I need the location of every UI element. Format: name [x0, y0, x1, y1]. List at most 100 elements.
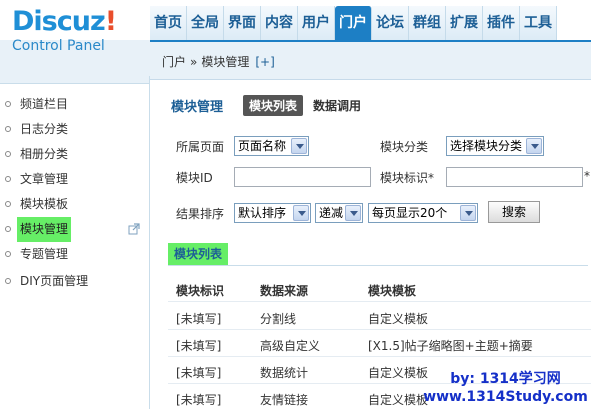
nav-tools[interactable]: 工具: [520, 6, 557, 40]
watermark: by: 1314学习网 www.1314Study.com: [420, 370, 591, 406]
sidebar-item-label: 模块模板: [20, 197, 69, 211]
sidebar-item-label: 日志分类: [20, 122, 69, 136]
sidebar-item-label: DIY页面管理: [20, 274, 89, 288]
sidebar-item-blog-categories[interactable]: 日志分类: [0, 117, 149, 142]
page-filter-label: 所属页面: [176, 140, 225, 154]
order-select-value: 递减: [319, 206, 344, 220]
data-source-cell: 高级自定义: [260, 339, 321, 353]
sidebar-item-label: 频道栏目: [20, 97, 69, 111]
chevron-down-icon: [293, 205, 309, 221]
top-nav: 首页 全局 界面 内容 用户 门户 论坛 群组 扩展 插件 工具: [150, 6, 591, 42]
sidebar-item-label: 模块管理: [17, 217, 72, 242]
block-tag-cell: [未填写]: [176, 312, 222, 326]
block-tag-cell: [未填写]: [176, 366, 222, 380]
block-id-label: 模块ID: [176, 171, 213, 185]
sidebar-item-diy-pages[interactable]: DIY页面管理: [0, 269, 149, 294]
title-row: 模块管理 模块列表 数据调用: [171, 95, 361, 116]
breadcrumb-section[interactable]: 门户: [162, 53, 186, 70]
block-tag-cell: [未填写]: [176, 339, 222, 353]
block-tag-cell: [未填写]: [176, 393, 222, 407]
breadcrumb-separator: »: [190, 54, 198, 69]
block-tag-label: 模块标识*: [380, 171, 435, 185]
nav-users[interactable]: 用户: [298, 6, 335, 40]
section-divider: [168, 265, 588, 266]
sort-select-value: 默认排序: [238, 206, 287, 220]
tab-block-list[interactable]: 模块列表: [243, 95, 304, 116]
sidebar-item-block-templates[interactable]: 模块模板: [0, 192, 149, 217]
table-row[interactable]: [未填写] 分割线 自定义模板: [168, 304, 591, 330]
sidebar-top-bar: [0, 76, 149, 84]
sidebar-item-label: 专题管理: [20, 247, 69, 261]
watermark-line-2: www.1314Study.com: [423, 389, 588, 405]
sidebar-menu: 频道栏目 日志分类 相册分类 文章管理 模块模板 模块管理 专题管理 DIY页面…: [0, 84, 149, 294]
chevron-down-icon: [291, 138, 307, 154]
bullet-icon: [5, 151, 11, 157]
watermark-line-1: by: 1314学习网: [450, 371, 561, 387]
table-row[interactable]: [未填写] 高级自定义 [X1.5]帖子缩略图+主题+摘要: [168, 331, 591, 357]
bullet-icon: [5, 251, 11, 257]
category-select-value: 选择模块分类: [450, 139, 523, 153]
per-page-select-value: 每页显示20个: [372, 206, 448, 220]
nav-home[interactable]: 首页: [150, 6, 187, 40]
bullet-icon: [5, 278, 11, 284]
template-cell: [X1.5]帖子缩略图+主题+摘要: [368, 339, 533, 353]
nav-forum[interactable]: 论坛: [372, 6, 409, 40]
block-id-input[interactable]: [234, 167, 371, 187]
sort-label: 结果排序: [176, 207, 225, 221]
external-link-icon[interactable]: [128, 223, 140, 235]
sidebar-item-block-management[interactable]: 模块管理: [0, 217, 149, 242]
sidebar-item-topics[interactable]: 专题管理: [0, 242, 149, 267]
nav-global[interactable]: 全局: [187, 6, 224, 40]
logo[interactable]: Discuz! Control Panel: [12, 6, 148, 54]
chevron-down-icon: [460, 205, 476, 221]
order-select[interactable]: 递减: [315, 203, 363, 223]
nav-interface[interactable]: 界面: [224, 6, 261, 40]
nav-extensions[interactable]: 扩展: [446, 6, 483, 40]
bullet-icon: [5, 126, 11, 132]
nav-groups[interactable]: 群组: [409, 6, 446, 40]
nav-content[interactable]: 内容: [261, 6, 298, 40]
page-select[interactable]: 页面名称: [234, 136, 309, 156]
breadcrumb: 门户 » 模块管理 [+]: [150, 44, 591, 80]
column-header: 模块模板: [368, 284, 417, 298]
sidebar-item-label: 文章管理: [20, 172, 69, 186]
chevron-down-icon: [526, 138, 542, 154]
column-header: 模块标识: [176, 284, 225, 298]
section-title: 模块列表: [168, 243, 229, 265]
bullet-icon: [5, 101, 11, 107]
template-cell: 自定义模板: [368, 366, 429, 380]
add-shortcut-link[interactable]: [+]: [255, 55, 274, 69]
block-tag-input[interactable]: [446, 167, 583, 187]
template-cell: 自定义模板: [368, 312, 429, 326]
category-select[interactable]: 选择模块分类: [446, 136, 544, 156]
nav-plugins[interactable]: 插件: [483, 6, 520, 40]
sidebar-item-album-categories[interactable]: 相册分类: [0, 142, 149, 167]
sidebar-item-articles[interactable]: 文章管理: [0, 167, 149, 192]
sidebar-item-label: 相册分类: [20, 147, 69, 161]
search-button[interactable]: 搜索: [488, 201, 540, 223]
breadcrumb-page: 模块管理: [201, 55, 250, 69]
table-header: 模块标识 数据来源 模块模板: [168, 276, 591, 302]
required-mark: *: [584, 169, 590, 183]
chevron-down-icon: [345, 205, 361, 221]
tab-data-call[interactable]: 数据调用: [313, 97, 361, 114]
per-page-select[interactable]: 每页显示20个: [368, 203, 478, 223]
data-source-cell: 分割线: [260, 312, 297, 326]
nav-portal[interactable]: 门户: [335, 6, 372, 40]
sort-select[interactable]: 默认排序: [234, 203, 311, 223]
main-content: 模块管理 模块列表 数据调用 所属页面 页面名称 模块分类 选择模块分类 模块I…: [151, 80, 591, 409]
sidebar-item-channels[interactable]: 频道栏目: [0, 92, 149, 117]
category-filter-label: 模块分类: [380, 140, 429, 154]
page-title: 模块管理: [171, 100, 224, 115]
page-select-value: 页面名称: [238, 139, 287, 153]
data-source-cell: 友情链接: [260, 393, 309, 407]
logo-subtitle: Control Panel: [12, 38, 105, 54]
sidebar: 频道栏目 日志分类 相册分类 文章管理 模块模板 模块管理 专题管理 DIY页面…: [0, 76, 150, 409]
template-cell: 自定义模板: [368, 393, 429, 407]
bullet-icon: [5, 201, 11, 207]
bullet-icon: [5, 226, 11, 232]
bullet-icon: [5, 176, 11, 182]
column-header: 数据来源: [260, 284, 309, 298]
logo-brand: Discuz!: [12, 6, 117, 37]
data-source-cell: 数据统计: [260, 366, 309, 380]
